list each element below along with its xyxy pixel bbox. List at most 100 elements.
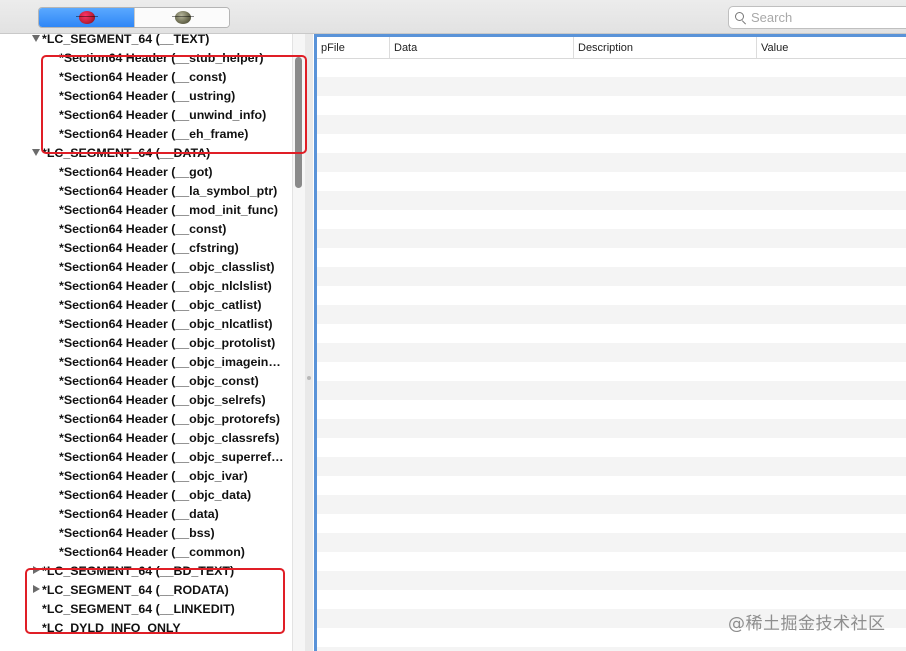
table-row[interactable] (317, 324, 906, 343)
table-row[interactable] (317, 495, 906, 514)
watermark: @稀土掘金技术社区 (728, 614, 886, 634)
annotation-box-segments (25, 568, 285, 634)
tree-item-label: *Section64 Header (__bss) (59, 525, 215, 540)
search-icon (729, 8, 749, 28)
table-row[interactable] (317, 381, 906, 400)
tree-item-label: *Section64 Header (__objc_classrefs) (59, 430, 280, 445)
table-row[interactable] (317, 153, 906, 172)
table-row[interactable] (317, 343, 906, 362)
tree-item-section[interactable]: *Section64 Header (__objc_ivar) (0, 466, 292, 485)
tree-item-section[interactable]: *Section64 Header (__objc_imagein… (0, 352, 292, 371)
tree-item-section[interactable]: *Section64 Header (__data) (0, 504, 292, 523)
column-header-pfile[interactable]: pFile (317, 37, 390, 58)
table-row[interactable] (317, 229, 906, 248)
table-row[interactable] (317, 77, 906, 96)
column-header-value[interactable]: Value (757, 37, 906, 58)
tree-item-section[interactable]: *Section64 Header (__objc_catlist) (0, 295, 292, 314)
tree-item-section[interactable]: *Section64 Header (__objc_classrefs) (0, 428, 292, 447)
tree-item-section[interactable]: *Section64 Header (__objc_data) (0, 485, 292, 504)
tree-item-label: *Section64 Header (__const) (59, 221, 227, 236)
tree-item-label: *Section64 Header (__got) (59, 164, 213, 179)
tree-item-label: *Section64 Header (__data) (59, 506, 219, 521)
table-row[interactable] (317, 590, 906, 609)
segment-grey-bug[interactable] (134, 8, 229, 27)
tree-item-label: *Section64 Header (__objc_selrefs) (59, 392, 266, 407)
tree-item-section[interactable]: *Section64 Header (__objc_protolist) (0, 333, 292, 352)
tree-item-label: *Section64 Header (__objc_data) (59, 487, 252, 502)
tree-item-label: *Section64 Header (__objc_nlclslist) (59, 278, 272, 293)
tree-item-section[interactable]: *Section64 Header (__objc_nlcatlist) (0, 314, 292, 333)
tree-item-section[interactable]: *Section64 Header (__bss) (0, 523, 292, 542)
table-row[interactable] (317, 362, 906, 381)
table-row[interactable] (317, 96, 906, 115)
disclosure-open-icon[interactable] (32, 143, 41, 162)
tree-item-section[interactable]: *Section64 Header (__la_symbol_ptr) (0, 181, 292, 200)
bug-red-icon (75, 11, 98, 24)
table-row[interactable] (317, 533, 906, 552)
tree-item-section[interactable]: *Section64 Header (__const) (0, 219, 292, 238)
table-row[interactable] (317, 191, 906, 210)
search-input[interactable] (749, 9, 903, 26)
tree-item-section[interactable]: *Section64 Header (__objc_selrefs) (0, 390, 292, 409)
table-row[interactable] (317, 248, 906, 267)
annotation-box-text-sections (41, 55, 307, 154)
view-segmented-control (38, 7, 230, 28)
toolbar (0, 0, 906, 34)
table-row[interactable] (317, 58, 906, 77)
table-row[interactable] (317, 286, 906, 305)
table-row[interactable] (317, 514, 906, 533)
tree-item-section[interactable]: *Section64 Header (__common) (0, 542, 292, 561)
table-row[interactable] (317, 134, 906, 153)
tree-item-label: *Section64 Header (__common) (59, 544, 245, 559)
table-row[interactable] (317, 476, 906, 495)
table-row[interactable] (317, 267, 906, 286)
tree-item-label: *Section64 Header (__objc_const) (59, 373, 259, 388)
segment-red-bug[interactable] (39, 8, 134, 27)
table-row[interactable] (317, 400, 906, 419)
table-row[interactable] (317, 438, 906, 457)
tree-item-section[interactable]: *Section64 Header (__objc_superref… (0, 447, 292, 466)
search-field[interactable] (728, 6, 906, 29)
table-row[interactable] (317, 210, 906, 229)
tree-item-section[interactable]: *Section64 Header (__mod_init_func) (0, 200, 292, 219)
tree-item-section[interactable]: *Section64 Header (__cfstring) (0, 238, 292, 257)
table-row[interactable] (317, 552, 906, 571)
tree-item-label: *Section64 Header (__objc_nlcatlist) (59, 316, 273, 331)
table-row[interactable] (317, 419, 906, 438)
tree-item-section[interactable]: *Section64 Header (__objc_const) (0, 371, 292, 390)
tree-item-segment[interactable]: *LC_SEGMENT_64 (__TEXT) (0, 34, 292, 48)
tree-item-section[interactable]: *Section64 Header (__objc_classlist) (0, 257, 292, 276)
tree-item-section[interactable]: *Section64 Header (__objc_protorefs) (0, 409, 292, 428)
tree-item-label: *Section64 Header (__objc_classlist) (59, 259, 275, 274)
tree-item-label: *Section64 Header (__la_symbol_ptr) (59, 183, 278, 198)
table-row[interactable] (317, 571, 906, 590)
tree-item-section[interactable]: *Section64 Header (__got) (0, 162, 292, 181)
table-header: pFile Data Description Value (317, 37, 906, 59)
column-header-data[interactable]: Data (390, 37, 574, 58)
table-row[interactable] (317, 115, 906, 134)
table-row[interactable] (317, 457, 906, 476)
table-row[interactable] (317, 647, 906, 651)
disclosure-open-icon[interactable] (32, 34, 41, 48)
table-row[interactable] (317, 305, 906, 324)
tree-item-label: *Section64 Header (__objc_ivar) (59, 468, 248, 483)
tree-item-section[interactable]: *Section64 Header (__objc_nlclslist) (0, 276, 292, 295)
column-header-description[interactable]: Description (574, 37, 757, 58)
tree-item-label: *Section64 Header (__cfstring) (59, 240, 239, 255)
tree-item-label: *Section64 Header (__objc_protolist) (59, 335, 276, 350)
splitter-handle-icon (307, 376, 311, 380)
tree-item-label: *Section64 Header (__objc_imagein… (59, 354, 281, 369)
table-row[interactable] (317, 172, 906, 191)
